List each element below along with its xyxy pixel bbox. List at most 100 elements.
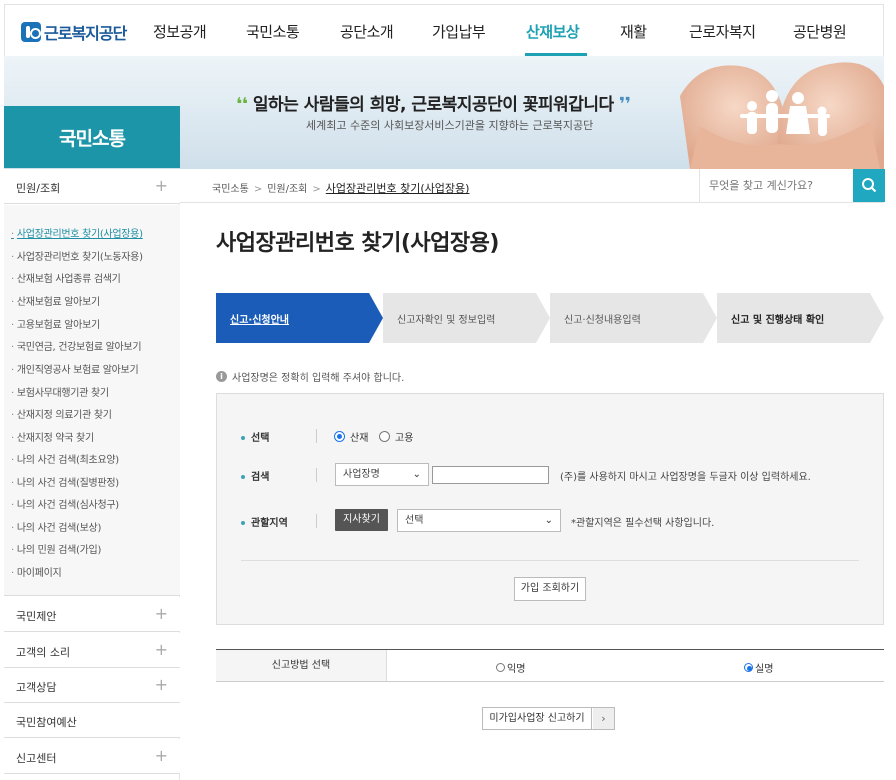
breadcrumb-item[interactable]: 민원/조회: [267, 184, 307, 195]
field-label-select: 선택: [241, 429, 269, 444]
search-hint: (주)를 사용하지 마시고 사업장명을 두글자 이상 입력하세요.: [560, 472, 811, 483]
submenu-item[interactable]: 산재지정 약국 찾기: [11, 429, 94, 444]
radio-employment[interactable]: 고용: [379, 429, 413, 444]
nav-item-hospital[interactable]: 공단병원: [793, 21, 847, 42]
sidebar-submenu: 사업장관리번호 찾기(사업장용) 사업장관리번호 찾기(노동자용) 산재보험 사…: [4, 205, 180, 596]
breadcrumb-item[interactable]: 국민소통: [212, 184, 249, 195]
submenu-item[interactable]: 나의 사건 검색(최초요양): [11, 451, 119, 466]
nav-item-welfare[interactable]: 근로자복지: [689, 21, 756, 42]
expand-plus-icon[interactable]: +: [155, 748, 168, 764]
report-method-row: 신고방법 선택 익명 실명: [216, 649, 884, 682]
submenu-item[interactable]: 산재지정 의료기관 찾기: [11, 406, 112, 421]
chevron-down-icon: ⌄: [544, 515, 553, 526]
region-hint: *관할지역은 필수선택 사항입니다.: [571, 518, 715, 529]
nav-item-rehab[interactable]: 재활: [620, 21, 647, 42]
chevron-down-icon: ⌄: [412, 469, 421, 480]
field-label-search: 검색: [241, 468, 269, 483]
radio-label: 실명: [755, 664, 774, 675]
sidebar-group-label: 민원/조회: [16, 182, 61, 195]
open-quote-icon: ❛❛: [236, 94, 248, 115]
progress-steps: 신고·신청안내 신고자확인 및 정보입력 신고·신청내용입력 신고 및 진행상태…: [216, 293, 884, 343]
search-type-value: 사업장명: [343, 469, 380, 480]
radio-anonymous[interactable]: 익명: [496, 660, 525, 675]
radio-industrial[interactable]: 산재: [334, 429, 368, 444]
submenu-item[interactable]: 개인직영공사 보험료 알아보기: [11, 361, 139, 376]
hero-subtitle: 세계최고 수준의 사회보장서비스기관을 지향하는 근로복지공단: [306, 119, 594, 132]
logo-mark-icon: [21, 22, 41, 42]
step-label: 신고·신청내용입력: [564, 315, 641, 326]
sidebar-group-consult[interactable]: 고객상담 +: [4, 668, 180, 703]
step-1-current: 신고·신청안내: [216, 293, 384, 343]
nav-item-compensation[interactable]: 산재보상: [526, 21, 580, 42]
search-icon: [862, 178, 877, 193]
expand-plus-icon[interactable]: +: [155, 677, 168, 693]
step-label: 신고자확인 및 정보입력: [397, 315, 496, 326]
radio-dot[interactable]: [496, 663, 505, 672]
radio-dot-selected[interactable]: [744, 663, 753, 672]
region-select[interactable]: 선택 ⌄: [397, 509, 561, 532]
expand-plus-icon[interactable]: +: [155, 178, 168, 194]
company-name-input[interactable]: [432, 466, 549, 484]
hero-slogan-text: 일하는 사람들의 희망, 근로복지공단이 꽃피워갑니다: [252, 95, 614, 115]
submenu-item[interactable]: 나의 민원 검색(가입): [11, 541, 101, 556]
radio-label: 산재: [350, 433, 369, 444]
submenu-item[interactable]: 사업장관리번호 찾기(노동자용): [11, 248, 143, 263]
breadcrumb-separator: >: [312, 184, 321, 195]
check-subscription-button[interactable]: 가입 조회하기: [514, 577, 586, 601]
step-label: 신고 및 진행상태 확인: [731, 315, 825, 326]
search-button[interactable]: [853, 169, 885, 202]
search-type-select[interactable]: 사업장명 ⌄: [335, 463, 429, 486]
sidebar: 민원/조회 + 사업장관리번호 찾기(사업장용) 사업장관리번호 찾기(노동자용…: [4, 169, 180, 780]
sidebar-group-report[interactable]: 신고센터 +: [4, 739, 180, 774]
submenu-item[interactable]: 나의 사건 검색(심사청구): [11, 496, 119, 511]
nav-item-about[interactable]: 공단소개: [340, 21, 394, 42]
field-label-region: 관할지역: [241, 514, 288, 529]
field-divider: [316, 468, 317, 482]
search-form: 선택 산재 고용 검색 사업장명 ⌄ (주)를 사용하지 마시고 사업장명을 두…: [216, 393, 884, 625]
expand-plus-icon[interactable]: +: [155, 642, 168, 658]
sidebar-group-budget[interactable]: 국민참여예산: [4, 703, 180, 738]
submenu-item[interactable]: 나의 사건 검색(질병판정): [11, 474, 119, 489]
logo[interactable]: 근로복지공단: [21, 20, 127, 44]
step-3: 신고·신청내용입력: [550, 293, 718, 343]
expand-plus-icon[interactable]: +: [155, 606, 168, 622]
submenu-item[interactable]: 국민연금, 건강보험료 알아보기: [11, 338, 142, 353]
notice-text: 사업장명은 정확히 입력해 주셔야 합니다.: [232, 373, 405, 384]
sidebar-group-label: 국민제안: [16, 610, 57, 623]
radio-dot[interactable]: [379, 431, 390, 442]
page-title: 사업장관리번호 찾기(사업장용): [216, 231, 499, 256]
field-divider: [316, 429, 317, 443]
sidebar-group-label: 고객의 소리: [16, 646, 71, 659]
step-label: 신고·신청안내: [230, 315, 289, 326]
radio-dot-selected[interactable]: [334, 431, 345, 442]
sidebar-group-proposal[interactable]: 국민제안 +: [4, 597, 180, 632]
submenu-item-active[interactable]: 사업장관리번호 찾기(사업장용): [11, 225, 143, 240]
chevron-right-icon[interactable]: ›: [593, 708, 614, 729]
step-2: 신고자확인 및 정보입력: [383, 293, 551, 343]
find-branch-button[interactable]: 지사찾기: [335, 509, 388, 531]
logo-text: 근로복지공단: [44, 24, 127, 43]
breadcrumb-divider: [180, 202, 884, 203]
submenu-item[interactable]: 나의 사건 검색(보상): [11, 519, 101, 534]
submenu-item[interactable]: 산재보험료 알아보기: [11, 293, 100, 308]
section-title: 국민소통: [59, 127, 126, 150]
nav-item-info[interactable]: 정보공개: [153, 21, 207, 42]
sidebar-group-civil[interactable]: 민원/조회 +: [4, 169, 180, 204]
section-title-box: 국민소통: [4, 106, 180, 168]
radio-real-name[interactable]: 실명: [744, 660, 773, 675]
breadcrumb: 국민소통 > 민원/조회 > 사업장관리번호 찾기(사업장용): [212, 180, 469, 196]
nav-item-subscription[interactable]: 가입납부: [432, 21, 486, 42]
info-icon: i: [216, 371, 227, 382]
submenu-item[interactable]: 고용보험료 알아보기: [11, 316, 100, 331]
nav-item-communication[interactable]: 국민소통: [246, 21, 300, 42]
site-search: [699, 169, 885, 202]
search-input[interactable]: [700, 169, 853, 202]
close-quote-icon: ❜❜: [619, 94, 631, 115]
sidebar-group-label: 국민참여예산: [16, 716, 77, 729]
submenu-item[interactable]: 마이페이지: [11, 564, 62, 579]
submenu-item[interactable]: 산재보험 사업종류 검색기: [11, 270, 121, 285]
radio-label: 익명: [507, 664, 526, 675]
submenu-item[interactable]: 보험사무대행기관 찾기: [11, 384, 109, 399]
sidebar-group-voice[interactable]: 고객의 소리 +: [4, 633, 180, 668]
report-unregistered-button[interactable]: 미가입사업장 신고하기 ›: [482, 707, 615, 730]
